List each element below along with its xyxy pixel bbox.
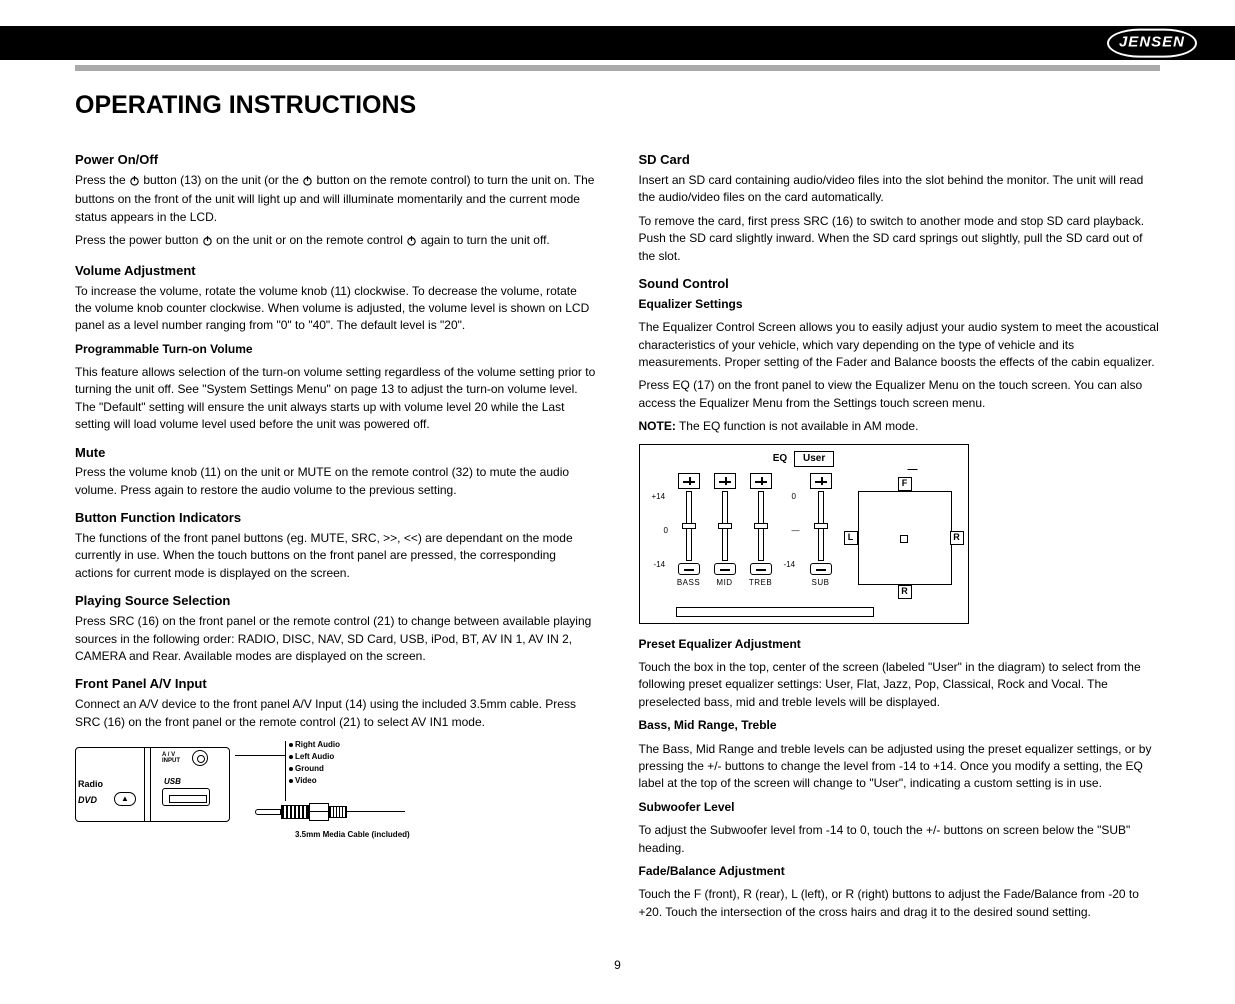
treb-slider[interactable]: TREB [748, 473, 774, 599]
sub-slider[interactable]: SUB [808, 473, 834, 599]
plus-icon[interactable] [714, 473, 736, 489]
eject-icon: ▲ [114, 792, 136, 806]
brand-logo: JENSEN [1107, 29, 1197, 58]
power-icon [129, 174, 140, 191]
sub-label: SUB [808, 577, 834, 589]
mid-label: MID [712, 577, 738, 589]
video-label: Video [295, 775, 317, 787]
left-column: Power On/Off Press the button (13) on th… [75, 141, 597, 927]
plus-icon[interactable] [678, 473, 700, 489]
power-heading: Power On/Off [75, 151, 597, 170]
bass-slider[interactable]: BASS [676, 473, 702, 599]
balance-left-button[interactable]: L [844, 531, 858, 545]
grey-divider [75, 65, 1160, 71]
power-icon [406, 234, 417, 251]
sub-tick-minus14: -14 [784, 559, 796, 571]
cable-plug-icon [255, 803, 345, 821]
minus-icon[interactable] [810, 563, 832, 575]
power-paragraph-2: Press the power button on the unit or on… [75, 232, 597, 251]
dvd-label: DVD [78, 794, 97, 807]
tick-zero: 0 [664, 525, 668, 537]
volume-subhead: Programmable Turn-on Volume [75, 341, 597, 358]
sd-heading: SD Card [639, 151, 1161, 170]
ground-label: Ground [295, 763, 324, 775]
bass-label: BASS [676, 577, 702, 589]
minus-icon[interactable] [678, 563, 700, 575]
left-audio-label: Left Audio [295, 751, 334, 763]
av-callout-lines: Right Audio Left Audio Ground Video 3.5m… [235, 741, 410, 851]
subwoofer-paragraph: To adjust the Subwoofer level from -14 t… [639, 822, 1161, 857]
button-indicators-paragraph: The functions of the front panel buttons… [75, 530, 597, 582]
tick-plus14: +14 [652, 491, 666, 503]
power-icon [202, 234, 213, 251]
fadebalance-paragraph: Touch the F (front), R (rear), L (left),… [639, 886, 1161, 921]
eq-paragraph-1: The Equalizer Control Screen allows you … [639, 319, 1161, 371]
subwoofer-subhead: Subwoofer Level [639, 799, 1161, 816]
minus-icon[interactable] [714, 563, 736, 575]
volume-paragraph-1: To increase the volume, rotate the volum… [75, 283, 597, 335]
avin-paragraph: Connect an A/V device to the front panel… [75, 696, 597, 731]
eq-paragraph-2: Press EQ (17) on the front panel to view… [639, 377, 1161, 412]
preset-subhead: Preset Equalizer Adjustment [639, 636, 1161, 653]
bmt-subhead: Bass, Mid Range, Treble [639, 717, 1161, 734]
usb-label: USB [164, 776, 181, 788]
sub-tick-mid: — [792, 525, 800, 537]
fade-front-button[interactable]: F [898, 477, 912, 491]
dash-icon: — [908, 463, 918, 478]
balance-right-button[interactable]: R [950, 531, 964, 545]
page-number: 9 [75, 957, 1160, 974]
right-column: SD Card Insert an SD card containing aud… [639, 141, 1161, 927]
equalizer-screen: EQ User +14 0 -14 BASS MID [639, 444, 969, 624]
radio-label: Radio [78, 778, 103, 791]
av-unit-illustration: A / V INPUT USB Radio DVD ▲ [75, 747, 230, 822]
fade-balance-pointer[interactable] [900, 535, 908, 543]
cable-caption: 3.5mm Media Cable (included) [295, 829, 410, 841]
bmt-paragraph: The Bass, Mid Range and treble levels ca… [639, 741, 1161, 793]
source-paragraph: Press SRC (16) on the front panel or the… [75, 613, 597, 665]
eq-label: EQ [773, 452, 787, 467]
plus-icon[interactable] [750, 473, 772, 489]
fadebalance-subhead: Fade/Balance Adjustment [639, 863, 1161, 880]
av-input-figure: A / V INPUT USB Radio DVD ▲ Right Audio … [75, 741, 415, 851]
header-bar: JENSEN [0, 26, 1235, 60]
preset-paragraph: Touch the box in the top, center of the … [639, 659, 1161, 711]
tick-minus14: -14 [654, 559, 666, 571]
mute-heading: Mute [75, 444, 597, 463]
mute-paragraph: Press the volume knob (11) on the unit o… [75, 464, 597, 499]
eq-subhead: Equalizer Settings [639, 296, 1161, 313]
power-icon [302, 174, 313, 191]
sd-paragraph-1: Insert an SD card containing audio/video… [639, 172, 1161, 207]
treb-label: TREB [748, 577, 774, 589]
section-title: OPERATING INSTRUCTIONS [75, 87, 1160, 123]
minus-icon[interactable] [750, 563, 772, 575]
usb몰slot-icon [162, 788, 210, 806]
plus-icon[interactable] [810, 473, 832, 489]
av-input-label: A / V INPUT [162, 752, 180, 764]
sound-heading: Sound Control [639, 275, 1161, 294]
fade-rear-button[interactable]: R [898, 585, 912, 599]
volume-heading: Volume Adjustment [75, 262, 597, 281]
sd-paragraph-2: To remove the card, first press SRC (16)… [639, 213, 1161, 265]
volume-paragraph-2: This feature allows selection of the tur… [75, 364, 597, 434]
fade-balance-control[interactable]: — F L R R [850, 463, 960, 613]
power-paragraph-1: Press the button (13) on the unit (or th… [75, 172, 597, 226]
sub-tick-zero: 0 [792, 491, 796, 503]
button-indicators-heading: Button Function Indicators [75, 509, 597, 528]
source-heading: Playing Source Selection [75, 592, 597, 611]
av-jack-icon [192, 750, 208, 766]
eq-preset-box[interactable]: User [794, 451, 834, 468]
mid-slider[interactable]: MID [712, 473, 738, 599]
right-audio-label: Right Audio [295, 739, 340, 751]
eq-bottom-bar [676, 607, 874, 617]
eq-note: NOTE: The EQ function is not available i… [639, 418, 1161, 435]
avin-heading: Front Panel A/V Input [75, 675, 597, 694]
